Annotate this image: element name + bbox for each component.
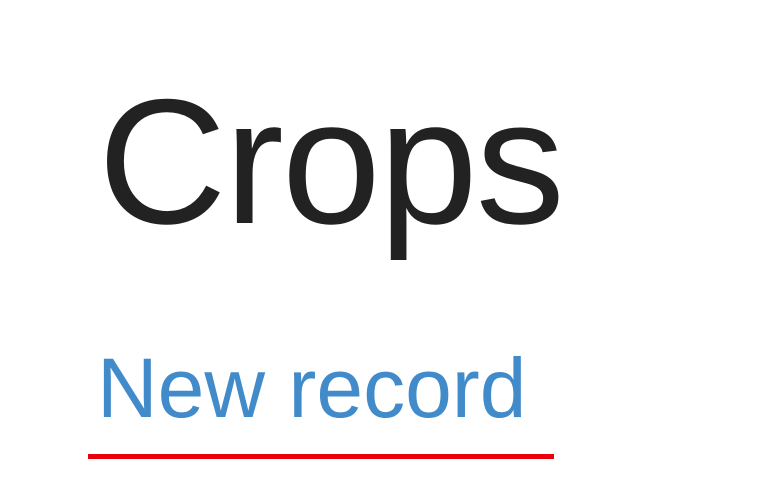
- new-record-link[interactable]: New record: [97, 338, 526, 438]
- page-title: Crops: [98, 62, 565, 261]
- highlight-underline: [88, 454, 554, 459]
- page-container: Crops New record: [0, 0, 777, 500]
